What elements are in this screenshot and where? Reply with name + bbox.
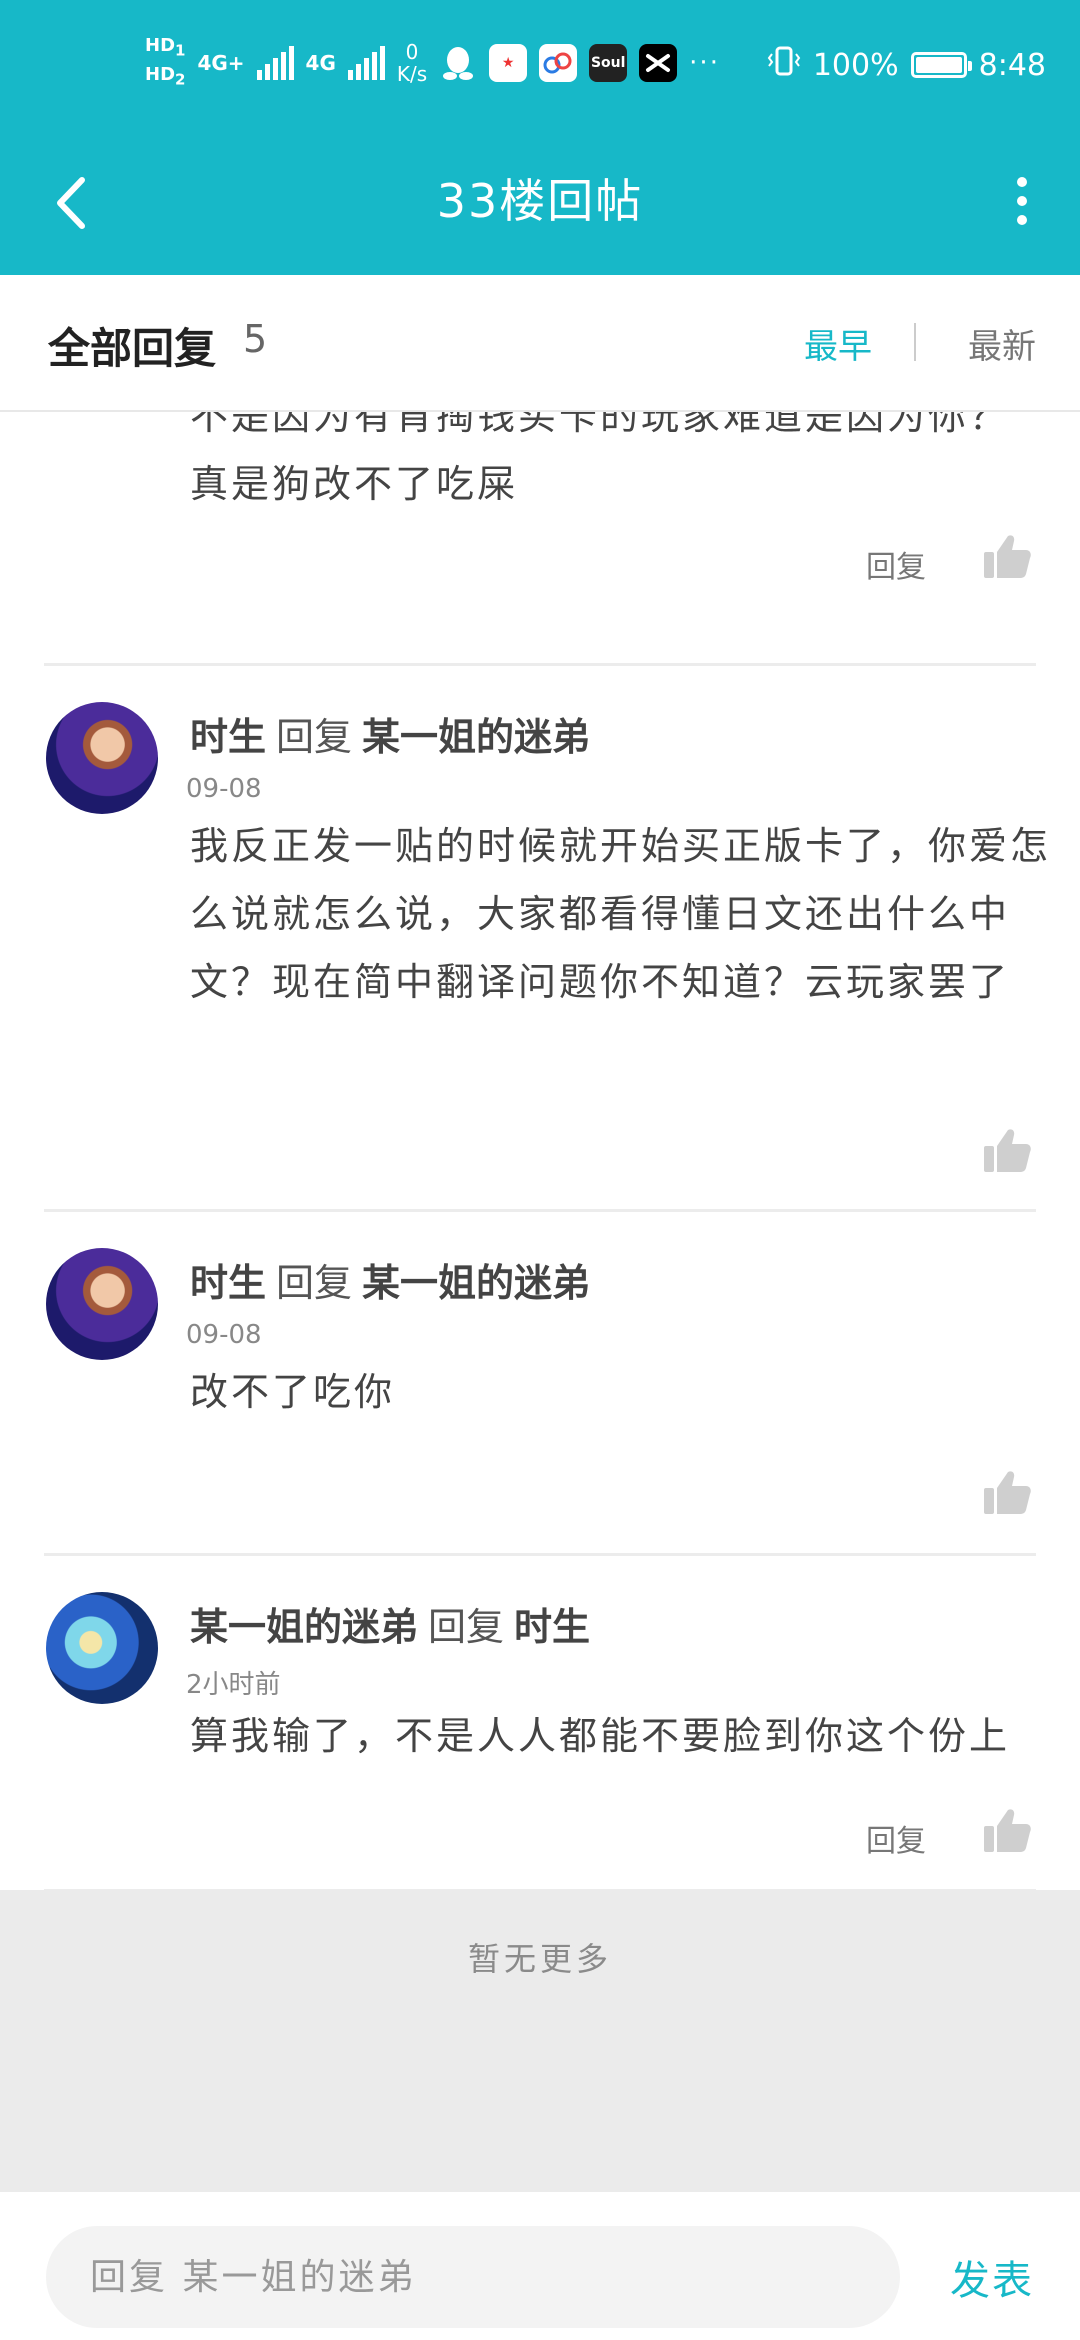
thumbs-up-icon[interactable]: [982, 1806, 1032, 1854]
reply-body: 算我输了，不是人人都能不要脸到你这个份上: [190, 1714, 1011, 1758]
reply-button[interactable]: 回复: [866, 542, 926, 586]
avatar[interactable]: [46, 1248, 158, 1360]
reply-target[interactable]: 某一姐的迷弟: [362, 1261, 590, 1305]
no-more-text: 暂无更多: [467, 1940, 612, 1978]
thumbs-up-icon[interactable]: [982, 532, 1032, 580]
network-type-2: 4G: [305, 51, 336, 75]
reply-body: 改不了吃你: [190, 1370, 396, 1414]
avatar[interactable]: [46, 702, 158, 814]
reply-author[interactable]: 某一姐的迷弟: [190, 1605, 418, 1649]
reply-count: 5: [243, 317, 268, 361]
reply-verb: 回复: [428, 1605, 505, 1649]
thumbs-up-icon[interactable]: [982, 1126, 1032, 1174]
sort-bar: 全部回复 5 最早 最新: [0, 275, 1080, 412]
reply-target[interactable]: 时生: [514, 1605, 590, 1649]
thumbs-up-icon[interactable]: [982, 1468, 1032, 1516]
reply-item: 某一姐的迷弟 回复 时生 2小时前 算我输了，不是人人都能不要脸到你这个份上 回复: [44, 1556, 1036, 1892]
reply-header: 某一姐的迷弟 回复 时生: [190, 1596, 590, 1651]
soul-icon: Soul: [589, 44, 628, 82]
sort-earliest-tab[interactable]: 最早: [804, 319, 872, 368]
status-bar: HD1 HD2 4G+ 4G 0 K/s ★ Soul ··· 100% 8:4…: [0, 0, 1080, 130]
hd-indicators: HD1 HD2: [145, 35, 186, 89]
status-right: 100% 8:48: [767, 40, 1046, 90]
reply-verb: 回复: [276, 715, 353, 759]
more-vertical-icon: [1017, 177, 1027, 187]
reply-header: 时生 回复 某一姐的迷弟: [190, 1252, 590, 1307]
battery-icon: [910, 52, 972, 78]
reply-list: 不是因为有肯掏钱买卡的玩家难道是因为你？ 真是狗改不了吃屎 回复 时生 回复 某一姐…: [0, 412, 1080, 1892]
reply-button[interactable]: 回复: [866, 1816, 926, 1860]
reply-time: 2小时前: [186, 1670, 281, 1700]
reply-header: 时生 回复 某一姐的迷弟: [190, 706, 590, 761]
avatar[interactable]: [46, 1592, 158, 1704]
battery-percent: 100%: [812, 47, 899, 83]
reply-body-line: 不是因为有肯掏钱买卡的玩家难道是因为你？: [190, 412, 1011, 438]
reply-verb: 回复: [276, 1261, 353, 1305]
reply-input[interactable]: [46, 2226, 900, 2328]
sort-newest-tab[interactable]: 最新: [968, 319, 1036, 368]
sort-divider: [914, 323, 916, 361]
clock: 8:48: [978, 47, 1046, 83]
app-bar: 33楼回帖: [0, 130, 1080, 275]
reply-item: 时生 回复 某一姐的迷弟 09-08 改不了吃你: [44, 1212, 1036, 1556]
capcut-icon: [639, 44, 678, 82]
baidu-netdisk-icon: [539, 44, 578, 82]
end-of-list: 暂无更多: [0, 1890, 1080, 2192]
signal-bars-1-icon: [256, 46, 294, 80]
reply-item: 时生 回复 某一姐的迷弟 09-08 我反正发一贴的时候就开始买正版卡了，你爱怎么说…: [44, 666, 1048, 1212]
network-speed: 0 K/s: [397, 41, 427, 85]
signal-bars-2-icon: [347, 46, 385, 80]
reply-composer: 发表: [0, 2192, 1080, 2340]
reply-time: 09-08: [186, 774, 262, 804]
weibo-icon: ★: [489, 44, 528, 82]
speed-value: 0: [405, 40, 419, 64]
vibrate-icon: [767, 44, 801, 86]
speed-unit: K/s: [396, 62, 428, 86]
reply-time: 09-08: [186, 1320, 262, 1350]
reply-body: 我反正发一贴的时候就开始买正版卡了，你爱怎么说就怎么说，大家都看得懂日文还出什么…: [190, 824, 1052, 1004]
hd1-indicator: HD1: [145, 35, 186, 60]
status-left: HD1 HD2 4G+ 4G 0 K/s ★ Soul ···: [145, 28, 720, 98]
reply-item: 不是因为有肯掏钱买卡的玩家难道是因为你？ 真是狗改不了吃屎 回复: [44, 412, 1036, 666]
reply-target[interactable]: 某一姐的迷弟: [362, 715, 590, 759]
page-title: 33楼回帖: [436, 174, 644, 228]
reply-author[interactable]: 时生: [190, 715, 266, 759]
network-type-1: 4G+: [197, 51, 245, 75]
reply-author[interactable]: 时生: [190, 1261, 266, 1305]
more-notifications-icon: ···: [689, 48, 720, 78]
all-replies-label: 全部回复: [48, 324, 217, 373]
reply-body: 不是因为有肯掏钱买卡的玩家难道是因为你？ 真是狗改不了吃屎: [190, 412, 1070, 518]
send-button[interactable]: 发表: [950, 2248, 1034, 2306]
qq-icon: [439, 44, 477, 82]
more-options-button[interactable]: [1002, 166, 1042, 236]
reply-body-line: 真是狗改不了吃屎: [190, 462, 519, 506]
hd2-indicator: HD2: [145, 64, 186, 89]
